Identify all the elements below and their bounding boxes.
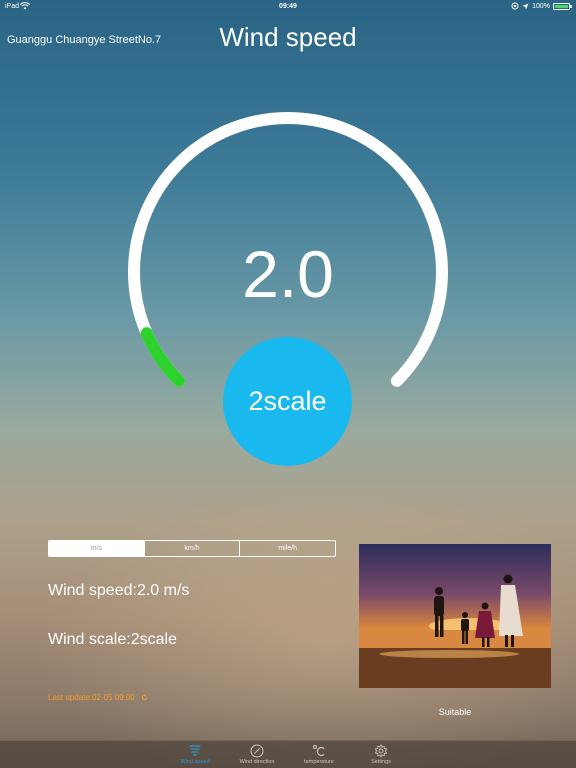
last-update-text: Last update:02-05 09:00 xyxy=(48,693,135,702)
tab-temperature[interactable]: temperature xyxy=(284,741,354,768)
tab-label: Wind direction xyxy=(239,759,275,765)
activity-suitability: Suitable xyxy=(438,707,472,717)
wind-speed-icon xyxy=(189,745,201,756)
unit-selector: m/s km/h mile/h xyxy=(48,540,336,557)
tab-wind-speed[interactable]: Wind speed xyxy=(160,741,230,768)
last-update: Last update:02-05 09:00 xyxy=(48,693,148,702)
refresh-icon[interactable] xyxy=(141,694,148,701)
wind-scale-detail: Wind scale:2scale xyxy=(48,631,177,648)
wind-speed-value: 2.0 xyxy=(242,237,334,311)
unit-tab-ms[interactable]: m/s xyxy=(49,541,144,556)
wind-scale-button[interactable]: 2scale xyxy=(223,337,352,466)
activity-photo xyxy=(359,544,551,688)
gauge-level-arc xyxy=(140,327,186,387)
celsius-icon xyxy=(313,745,325,757)
tab-label: Wind speed xyxy=(180,759,210,765)
tab-bar: Wind speed Wind direction temperature Se… xyxy=(0,740,576,768)
wind-scale-label: 2scale xyxy=(248,386,327,416)
wind-speed-detail: Wind speed:2.0 m/s xyxy=(48,582,190,599)
unit-tab-kmh[interactable]: km/h xyxy=(143,541,240,556)
tab-wind-direction[interactable]: Wind direction xyxy=(222,741,292,768)
tab-settings[interactable]: Settings xyxy=(346,741,416,768)
compass-icon xyxy=(250,744,264,758)
unit-tab-mileh[interactable]: mile/h xyxy=(239,541,335,556)
tab-label: temperature xyxy=(304,759,334,765)
gear-icon xyxy=(374,744,388,758)
tab-label: Settings xyxy=(371,759,391,765)
